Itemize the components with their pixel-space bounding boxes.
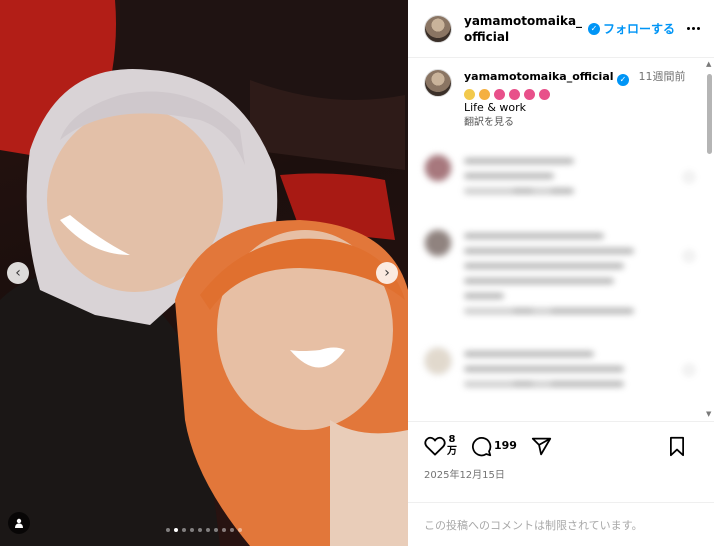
lips-emoji-icon bbox=[494, 88, 505, 100]
translate-link[interactable]: 翻訳を見る bbox=[464, 115, 686, 130]
carousel-dot bbox=[214, 528, 218, 532]
carousel-dot bbox=[238, 528, 242, 532]
carousel-dot bbox=[190, 528, 194, 532]
post-header: yamamotomaika_official ✓ フォローする bbox=[408, 0, 714, 58]
carousel-dot bbox=[198, 528, 202, 532]
send-icon bbox=[531, 437, 552, 455]
like-button[interactable]: 8 万 bbox=[424, 434, 457, 458]
caption-text: Life & work bbox=[464, 100, 527, 114]
carousel-indicator bbox=[0, 528, 408, 532]
comments-scrollbar[interactable]: ▲ ▼ bbox=[706, 60, 712, 418]
comment-item bbox=[408, 153, 714, 203]
comment-button[interactable]: 199 bbox=[471, 436, 517, 457]
comments-restricted-notice: この投稿へのコメントは制限されています。 bbox=[408, 502, 714, 546]
post-media[interactable]: ‹ › bbox=[0, 0, 408, 546]
comment-icon bbox=[472, 436, 492, 456]
avatar bbox=[424, 153, 452, 182]
face-emoji-icon bbox=[479, 88, 490, 100]
verified-badge-icon: ✓ bbox=[588, 22, 600, 35]
more-icon[interactable] bbox=[687, 27, 700, 30]
carousel-dot bbox=[206, 528, 210, 532]
save-button[interactable] bbox=[668, 436, 686, 457]
heart-icon bbox=[424, 436, 446, 456]
comment-item bbox=[408, 346, 714, 396]
avatar bbox=[424, 228, 452, 257]
carousel-dot bbox=[230, 528, 234, 532]
carousel-prev-button[interactable]: ‹ bbox=[7, 262, 29, 284]
cake-emoji-icon bbox=[464, 88, 475, 100]
post-side-panel: yamamotomaika_official ✓ フォローする yamamoto… bbox=[408, 0, 714, 546]
verified-badge-icon: ✓ bbox=[617, 73, 630, 86]
comments-list[interactable]: yamamotomaika_official ✓ 11週間前 Life & wo… bbox=[408, 59, 714, 421]
lips-emoji-icon bbox=[524, 88, 535, 100]
post-date[interactable]: 2025年12月15日 bbox=[424, 466, 700, 481]
avatar bbox=[424, 346, 452, 375]
header-username[interactable]: yamamotomaika_official bbox=[464, 13, 586, 45]
follow-button[interactable]: ✓ フォローする bbox=[588, 20, 675, 37]
bookmark-icon bbox=[670, 436, 684, 456]
caption-age: 11週間前 bbox=[638, 70, 686, 83]
carousel-dot bbox=[166, 528, 170, 532]
post-photo bbox=[0, 0, 408, 546]
carousel-dot bbox=[174, 528, 178, 532]
avatar[interactable] bbox=[424, 14, 452, 43]
caption-emoji-row bbox=[464, 88, 686, 100]
carousel-next-button[interactable]: › bbox=[376, 262, 398, 284]
caption-username[interactable]: yamamotomaika_official bbox=[464, 70, 614, 83]
lips-emoji-icon bbox=[509, 88, 520, 100]
comment-count: 199 bbox=[494, 439, 517, 452]
comment-item bbox=[408, 228, 714, 323]
carousel-dot bbox=[182, 528, 186, 532]
lips-emoji-icon bbox=[539, 88, 550, 100]
like-count[interactable]: 8 万 bbox=[447, 434, 457, 458]
carousel-dot bbox=[222, 528, 226, 532]
post-actions: 8 万 199 2025年12月15日 bbox=[408, 421, 714, 481]
share-button[interactable] bbox=[531, 436, 552, 457]
post-caption: yamamotomaika_official ✓ 11週間前 Life & wo… bbox=[408, 59, 714, 130]
follow-label: フォローする bbox=[603, 22, 676, 36]
avatar[interactable] bbox=[424, 69, 452, 97]
